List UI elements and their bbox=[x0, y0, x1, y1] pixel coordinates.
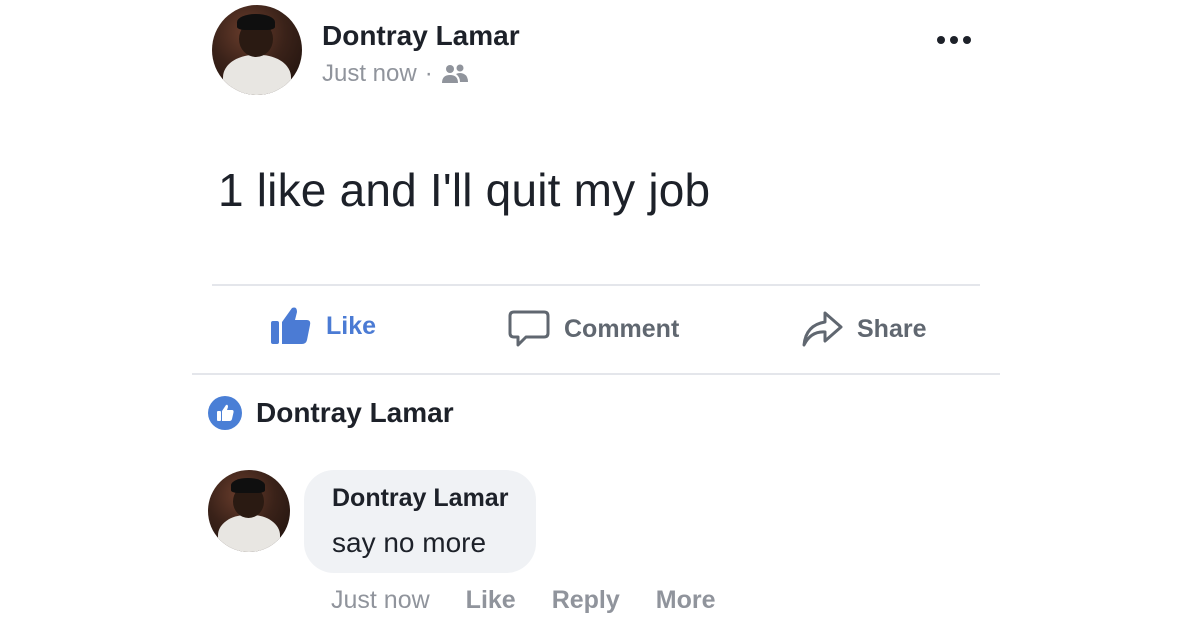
like-badge-icon bbox=[208, 396, 242, 430]
like-label: Like bbox=[326, 311, 377, 340]
divider bbox=[212, 284, 980, 286]
reaction-user-name[interactable]: Dontray Lamar bbox=[256, 397, 454, 429]
comment-timestamp[interactable]: Just now bbox=[331, 586, 430, 615]
comment-text: say no more bbox=[332, 527, 487, 558]
divider bbox=[192, 373, 1000, 375]
share-button[interactable]: Share bbox=[801, 309, 926, 349]
post-text: 1 like and I'll quit my job bbox=[218, 164, 711, 216]
comment-label: Comment bbox=[564, 314, 680, 343]
comment-actions: Just now Like Reply More bbox=[331, 586, 716, 615]
comment-author-name[interactable]: Dontray Lamar bbox=[332, 484, 508, 513]
reactions-summary[interactable]: Dontray Lamar bbox=[208, 396, 454, 430]
meta-separator: · bbox=[424, 60, 433, 87]
commenter-avatar[interactable] bbox=[208, 470, 290, 552]
post-author-name[interactable]: Dontray Lamar bbox=[322, 20, 520, 52]
share-label: Share bbox=[857, 314, 927, 343]
comment-reply-link[interactable]: Reply bbox=[552, 586, 620, 615]
more-dots-icon[interactable] bbox=[937, 36, 971, 44]
thumbs-up-icon bbox=[271, 307, 311, 344]
share-icon bbox=[802, 311, 843, 347]
post-timestamp[interactable]: Just now bbox=[322, 60, 417, 88]
comment-bubble: Dontray Lamar say no more bbox=[304, 470, 537, 573]
comment-like-link[interactable]: Like bbox=[466, 586, 516, 615]
author-avatar[interactable] bbox=[212, 5, 302, 95]
like-button[interactable]: Like bbox=[270, 306, 376, 346]
comment-icon bbox=[508, 310, 550, 347]
post-meta: Just now · bbox=[322, 60, 469, 88]
comment-more-link[interactable]: More bbox=[656, 586, 716, 615]
comment-button[interactable]: Comment bbox=[508, 309, 679, 349]
friends-icon[interactable] bbox=[441, 63, 469, 85]
